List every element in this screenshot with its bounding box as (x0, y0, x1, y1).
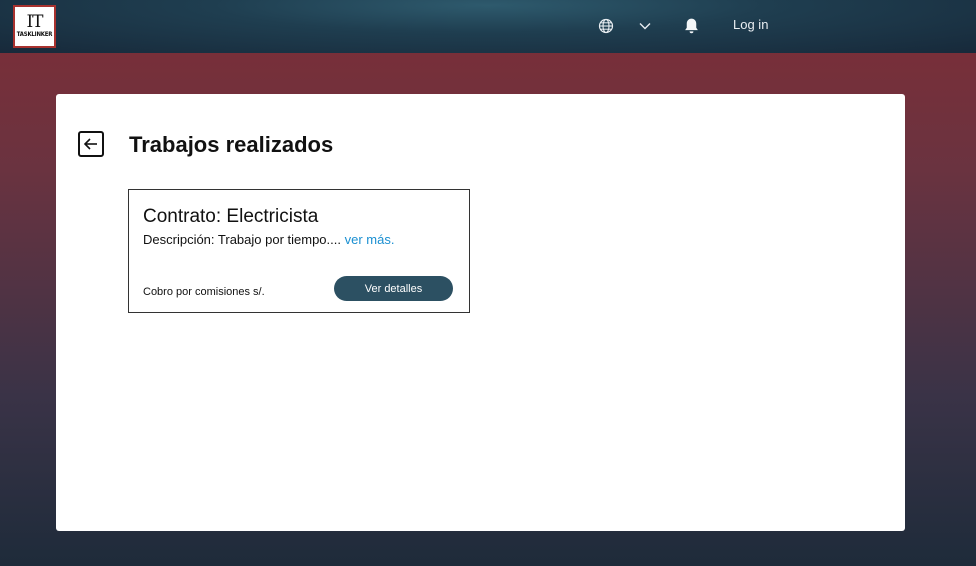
bell-icon[interactable] (682, 16, 701, 36)
back-button[interactable] (78, 131, 104, 157)
logo-mark: IT (26, 12, 43, 32)
view-details-button[interactable]: Ver detalles (334, 276, 453, 301)
logo-wordmark: TASKLINKER (16, 31, 53, 38)
top-navbar: IT TASKLINKER Log in (0, 0, 976, 53)
chevron-down-icon[interactable] (637, 18, 653, 34)
job-card-title: Contrato: Electricista (143, 206, 319, 227)
page-title: Trabajos realizados (129, 132, 334, 157)
job-card: Contrato: Electricista Descripción: Trab… (128, 189, 470, 313)
app-logo[interactable]: IT TASKLINKER (13, 5, 56, 48)
job-card-description-text: Descripción: Trabajo por tiempo.... (143, 232, 345, 247)
login-link[interactable]: Log in (733, 17, 768, 32)
arrow-left-icon (83, 138, 97, 150)
job-card-description: Descripción: Trabajo por tiempo.... ver … (143, 232, 394, 247)
see-more-link[interactable]: ver más. (345, 232, 395, 247)
globe-icon[interactable] (598, 18, 614, 34)
job-card-fee: Cobro por comisiones s/. (143, 286, 265, 298)
content-panel: Trabajos realizados Contrato: Electricis… (56, 94, 905, 531)
